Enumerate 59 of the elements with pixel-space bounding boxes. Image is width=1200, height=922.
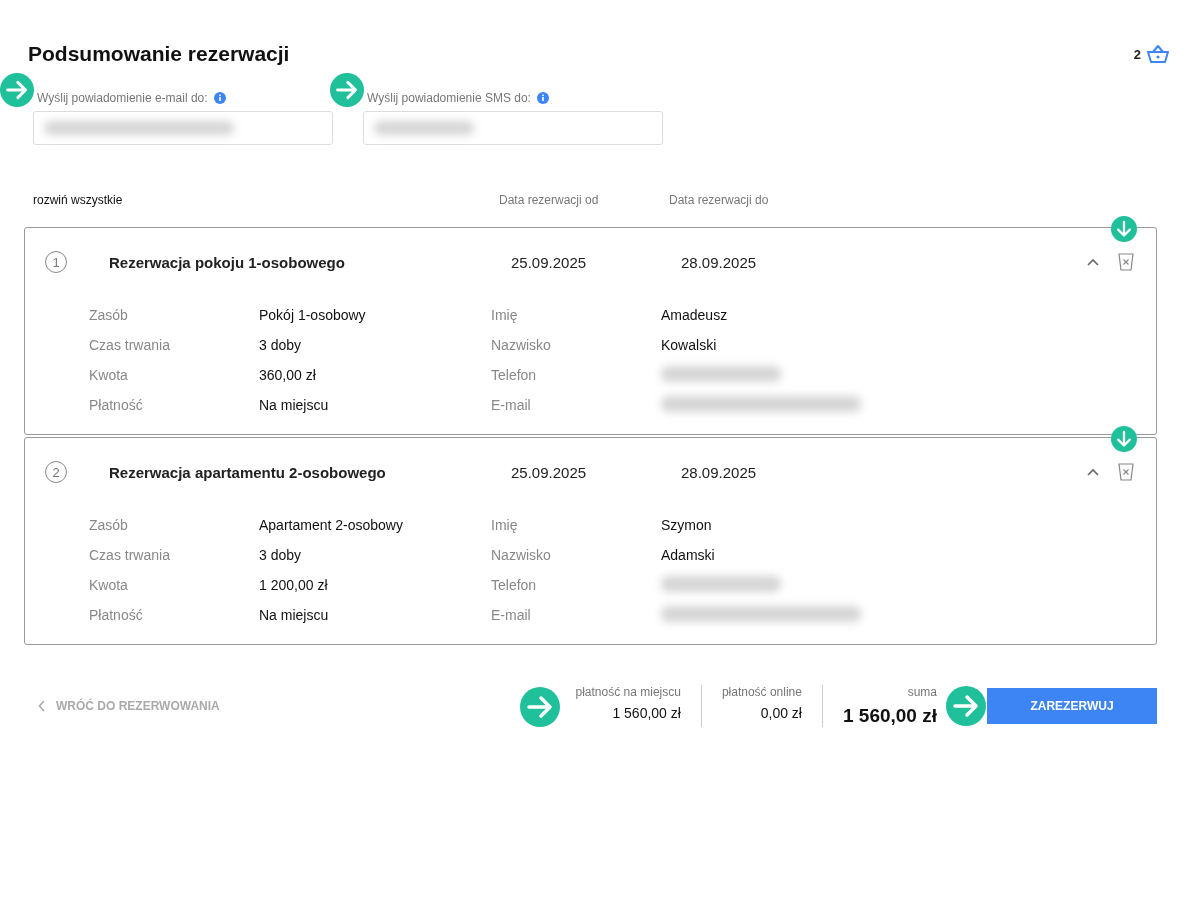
field-label: Wyślij powiadomienie SMS do: (367, 91, 531, 105)
detail-value: 1 200,00 zł (259, 576, 329, 594)
field-label: Wyślij powiadomienie e-mail do: (37, 91, 208, 105)
detail-label: Imię (491, 306, 519, 324)
date-to: 28.09.2025 (681, 463, 758, 481)
date-to: 28.09.2025 (681, 253, 758, 271)
detail-value: Amadeusz (661, 306, 729, 324)
detail-value: Pokój 1-osobowy (259, 306, 367, 324)
notify-input-field[interactable] (363, 111, 663, 145)
detail-label: Czas trwania (89, 336, 171, 354)
detail-label: Zasób (89, 306, 129, 324)
detail-label: Telefon (491, 366, 538, 384)
detail-label: E-mail (491, 606, 532, 624)
detail-value: 3 doby (259, 336, 303, 354)
basket-icon[interactable] (1147, 44, 1169, 64)
detail-label: Kwota (89, 576, 129, 594)
detail-label: Nazwisko (491, 336, 552, 354)
detail-value: Apartament 2-osobowy (259, 516, 404, 534)
detail-value: Adamski (661, 546, 716, 564)
notify-input-field[interactable] (33, 111, 333, 145)
chevron-left-icon (38, 700, 46, 712)
detail-value: 3 doby (259, 546, 303, 564)
total-label: suma (907, 685, 937, 699)
detail-value: Kowalski (661, 336, 718, 354)
detail-label: Czas trwania (89, 546, 171, 564)
expand-all-link[interactable]: rozwiń wszystkie (33, 193, 499, 207)
detail-value: Na miejscu (259, 606, 330, 624)
total-value: 1 560,00 zł (842, 705, 937, 727)
back-link[interactable]: WRÓĆ DO REZERWOWANIA (24, 699, 220, 713)
detail-label: Płatność (89, 606, 144, 624)
total-value: 1 560,00 zł (612, 705, 681, 721)
column-header: Data rezerwacji do (669, 193, 770, 207)
total-label: płatność na miejscu (575, 685, 681, 699)
cart-count: 2 (1133, 46, 1141, 62)
detail-value: 360,00 zł (259, 366, 317, 384)
info-icon[interactable] (213, 92, 226, 104)
detail-label: Imię (491, 516, 519, 534)
info-icon[interactable] (536, 92, 549, 104)
reservation-title: Rezerwacja apartamentu 2-osobowego (109, 463, 387, 481)
total-value: 0,00 zł (760, 705, 802, 721)
collapse-button[interactable] (1086, 467, 1100, 477)
date-from: 25.09.2025 (511, 463, 588, 481)
detail-label: Zasób (89, 516, 129, 534)
detail-label: Telefon (491, 576, 538, 594)
date-from: 25.09.2025 (511, 253, 588, 271)
detail-label: E-mail (491, 396, 532, 414)
detail-value: Na miejscu (259, 396, 330, 414)
detail-label: Nazwisko (491, 546, 552, 564)
delete-button[interactable] (1118, 253, 1134, 271)
column-header: Data rezerwacji od (499, 193, 600, 207)
total-label: płatność online (721, 685, 802, 699)
delete-button[interactable] (1118, 463, 1134, 481)
reservation-title: Rezerwacja pokoju 1-osobowego (109, 253, 346, 271)
reserve-button[interactable]: ZAREZERWUJ (987, 688, 1157, 724)
detail-label: Płatność (89, 396, 144, 414)
page-title: Podsumowanie rezerwacji (28, 42, 290, 66)
collapse-button[interactable] (1086, 257, 1100, 267)
detail-label: Kwota (89, 366, 129, 384)
detail-value: Szymon (661, 516, 713, 534)
